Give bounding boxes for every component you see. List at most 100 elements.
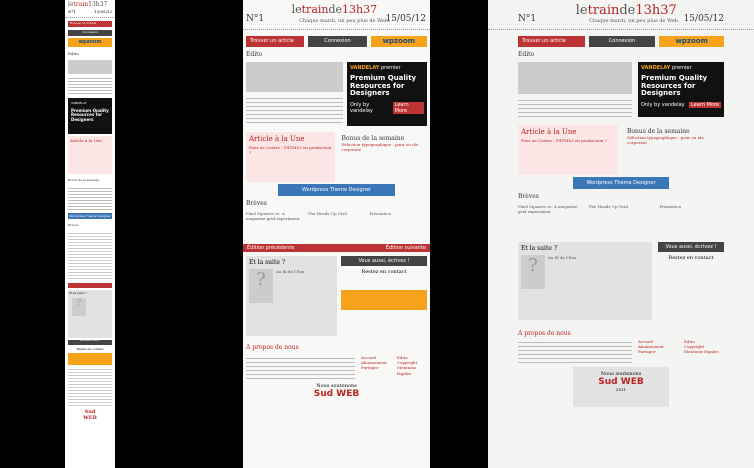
bonus-box: Bonus de la semaine Sélection typographi… (339, 132, 428, 182)
login-button[interactable]: Connexion (588, 36, 656, 47)
search-button[interactable]: Trouver un article (246, 36, 305, 47)
mobile-view: letrain13h37 N°1 15/05/12 Trouver un art… (65, 0, 115, 468)
sudweb-logo[interactable]: Sud WEB (243, 389, 430, 399)
next-edition-link[interactable]: Édition suivante (386, 245, 426, 251)
vandelay-ad[interactable]: VANDELAY Premium Quality Resources for D… (68, 98, 112, 134)
write-button[interactable]: Vous aussi, écrivez ! (341, 256, 427, 266)
suite-box: Et la suite ? ? Au fil de l'Eau (246, 256, 337, 336)
footer-link[interactable]: Mentions légales (684, 349, 724, 354)
suite-row: Et la suite ? ? Au fil de l'Eau Vous aus… (246, 256, 427, 336)
author-placeholder: ? (72, 298, 86, 316)
wpzoom-ad[interactable]: wpzoom (659, 36, 725, 47)
ad-cta[interactable]: Learn More (689, 102, 721, 109)
une-link[interactable]: Pour ou Contre : l'HTML5 en production ? (521, 138, 615, 143)
vandelay-ad[interactable]: VANDELAY premier Premium Quality Resourc… (638, 62, 724, 117)
breve-item[interactable]: Prismatica (369, 211, 427, 241)
sponsor-box: Nous soutenons Sud WEB 2011 (573, 367, 669, 407)
site-logo[interactable]: letrainde13h37 (292, 3, 378, 16)
edito-image (68, 60, 112, 74)
masthead: letrainde13h37 N°1 Chaque mardi, un peu … (243, 0, 430, 30)
issue-date: 15/05/12 (94, 9, 112, 14)
ad-footer: Only by vandelay Learn More (350, 102, 424, 115)
edito-text (68, 76, 112, 96)
ad-brand: VANDELAY (641, 65, 671, 71)
search-button[interactable]: Trouver un article (518, 36, 585, 47)
breve-item[interactable]: Prismatica (659, 204, 724, 234)
logo-prefix: le (575, 3, 588, 18)
write-button[interactable]: Vous aussi, écrivez ! (658, 242, 724, 252)
social-box[interactable] (341, 290, 427, 310)
suite-title: Et la suite ? (249, 259, 286, 266)
bonus-title: Bonus de la semaine (68, 178, 100, 182)
suite-author: Au fil de l'Eau (548, 255, 577, 260)
breves-text (68, 231, 112, 281)
wpzoom-ad[interactable]: wpzoom (68, 38, 112, 47)
logo-main: train (587, 3, 620, 18)
write-button[interactable]: Vous aussi, écrivez ! (68, 340, 112, 345)
edito-title: Edito (68, 51, 79, 56)
suite-box: Et la suite ? ? Au fil de l'Eau (518, 242, 652, 320)
edito-title: Edito (246, 51, 263, 58)
feature-row: Article à la Une Pour ou Contre : l'HTML… (246, 132, 427, 182)
wpzoom-ad[interactable]: wpzoom (370, 36, 427, 47)
logo-suffix: de (619, 3, 636, 18)
sudweb-logo[interactable]: Sud WEB (77, 409, 103, 427)
masthead: letrainde13h37 N°1 Chaque mardi, un peu … (488, 0, 754, 30)
suite-row: Et la suite ? ? Au fil de l'Eau Vous aus… (518, 242, 724, 320)
masthead: letrain13h37 N°1 15/05/12 (65, 0, 115, 18)
breve-item[interactable]: The Heads Up Grid (308, 211, 366, 241)
ad-footer: Only by vandelay Learn More (641, 102, 721, 109)
footer-link[interactable]: Partager (638, 349, 678, 354)
social-box[interactable] (68, 353, 112, 365)
suite-box: Et la suite ? ? (68, 290, 112, 338)
breve-item[interactable]: Pixel Squares vs. A magazine grid experi… (518, 204, 583, 234)
toolbar: Trouver un article Connexion wpzoom (518, 36, 725, 47)
bonus-link[interactable]: Sélection typographique : pour ou ide co… (342, 142, 425, 152)
wp-banner[interactable]: Wordpress Theme Designer (68, 213, 112, 219)
login-button[interactable]: Connexion (308, 36, 367, 47)
edito-text (518, 97, 632, 119)
edito-image (518, 62, 632, 94)
site-logo[interactable]: letrain13h37 (68, 1, 107, 8)
bonus-box: Bonus de la semaine Sélection typographi… (624, 125, 724, 175)
ad-sub: Only by vandelay (350, 102, 373, 115)
suite-title: Et la suite ? (521, 245, 558, 252)
toolbar: Trouver un article Connexion wpzoom (246, 36, 427, 47)
vandelay-ad[interactable]: VANDELAY premier Premium Quality Resourc… (347, 62, 427, 126)
contact-title: Restez en contact (668, 255, 714, 261)
une-link[interactable]: Pour ou Contre : l'HTML5 en production ? (249, 145, 332, 155)
edito-row: VANDELAY premier Premium Quality Resourc… (518, 62, 724, 119)
login-button[interactable]: Connexion (68, 30, 112, 36)
bonus-title: Bonus de la semaine (341, 135, 405, 142)
sudweb-logo[interactable]: Sud WEB (573, 377, 669, 387)
site-logo[interactable]: letrainde13h37 (576, 3, 677, 18)
desktop-view: letrainde13h37 N°1 Chaque mardi, un peu … (488, 0, 754, 468)
logo-time: 13h37 (635, 3, 677, 18)
breve-item[interactable]: Pixel Squares vs. A magazine grid experi… (246, 211, 304, 241)
sponsor-year: 2011 (615, 387, 627, 392)
pager[interactable] (68, 283, 112, 288)
author-placeholder: ? (249, 269, 273, 303)
prev-edition-link[interactable]: Édition précédente (247, 245, 294, 251)
feature-row: Article à la Une Pour ou Contre : l'HTML… (518, 125, 724, 175)
footer-link[interactable]: Mentions légales (397, 365, 427, 375)
ad-headline: Premium Quality Resources for Designers (641, 74, 708, 98)
tablet-view: letrainde13h37 N°1 Chaque mardi, un peu … (243, 0, 430, 468)
footer-link[interactable]: Partager (361, 365, 391, 370)
bonus-link[interactable]: Sélection typographique : pour ou ide co… (627, 135, 721, 145)
pager: Édition précédente Édition suivante (243, 244, 430, 252)
contact-title: Restez en contact (361, 269, 407, 275)
edito-image (246, 62, 343, 92)
wp-banner[interactable]: Wordpress Theme Designer (573, 177, 669, 189)
search-button[interactable]: Trouver un article (68, 21, 112, 27)
breves-list: Pixel Squares vs. A magazine grid experi… (518, 204, 724, 234)
about-text (246, 355, 355, 379)
ad-cta[interactable]: Learn More (392, 102, 424, 115)
breve-item[interactable]: The Heads Up Grid (589, 204, 654, 234)
logo-suffix: de (328, 3, 343, 16)
wp-banner[interactable]: Wordpress Theme Designer (278, 184, 395, 196)
about-links-b: Edito Copyright Mentions légales (397, 355, 427, 379)
edito-row: VANDELAY premier Premium Quality Resourc… (246, 62, 427, 126)
tagline: Chaque mardi, un peu plus de Web (299, 18, 388, 24)
issue-date: 15/05/12 (385, 14, 426, 24)
